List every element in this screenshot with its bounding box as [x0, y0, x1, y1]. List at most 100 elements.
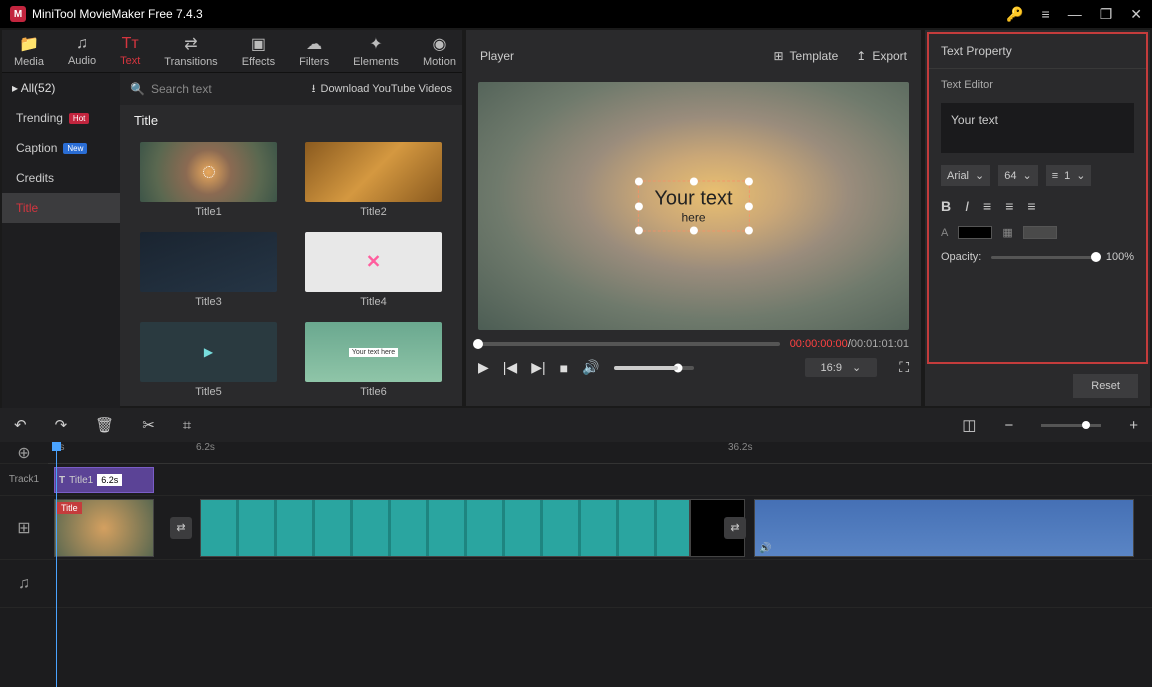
redo-button[interactable]: ↷	[55, 416, 68, 434]
resize-handle[interactable]	[634, 178, 642, 186]
minimize-icon[interactable]: —	[1068, 6, 1082, 22]
tab-transitions[interactable]: ⇄Transitions	[152, 30, 229, 72]
export-button[interactable]: ↥Export	[856, 49, 907, 63]
seekbar[interactable]	[478, 342, 780, 346]
lineheight-select[interactable]: ≡1⌄	[1046, 165, 1092, 186]
tab-motion[interactable]: ◉Motion	[411, 30, 468, 72]
split-button[interactable]: ✂	[142, 416, 155, 434]
transition-button[interactable]: ⇄	[724, 517, 746, 539]
template-button[interactable]: ⊞Template	[773, 49, 838, 63]
close-icon[interactable]: ✕	[1130, 6, 1142, 23]
zoom-out-button[interactable]: −	[1004, 417, 1013, 434]
resize-handle[interactable]	[745, 202, 753, 210]
size-select[interactable]: 64⌄	[998, 165, 1037, 186]
zoom-in-button[interactable]: +	[1129, 417, 1138, 434]
zoom-slider[interactable]	[1041, 424, 1101, 427]
align-center-button[interactable]: ≡	[1005, 198, 1013, 214]
tab-effects[interactable]: ▣Effects	[230, 30, 287, 72]
align-right-button[interactable]: ≡	[1027, 198, 1035, 214]
italic-button[interactable]: I	[965, 198, 969, 214]
video-clip-1[interactable]: Title	[54, 499, 154, 557]
timeline-ruler[interactable]: 0s 6.2s 36.2s	[48, 442, 1152, 464]
app-logo: M	[10, 6, 26, 22]
video-clip-3[interactable]: 🔊	[754, 499, 1134, 557]
reset-button[interactable]: Reset	[1073, 374, 1138, 398]
video-track[interactable]: Title ⇄ ⇄ 🔊	[48, 496, 1152, 560]
category-credits[interactable]: Credits	[2, 163, 120, 193]
category-trending[interactable]: TrendingHot	[2, 103, 120, 133]
category-title[interactable]: Title	[2, 193, 120, 223]
thumb-title3[interactable]: Title3	[140, 232, 277, 308]
opacity-label: Opacity:	[941, 251, 981, 263]
thumb-title1[interactable]: Title1	[140, 142, 277, 218]
text-track[interactable]: T Title1 6.2s	[48, 464, 1152, 496]
prev-frame-button[interactable]: |◀	[503, 359, 517, 376]
new-badge: New	[63, 143, 87, 154]
search-input[interactable]: 🔍Search text	[130, 82, 302, 96]
thumb-title4[interactable]: Title4	[305, 232, 442, 308]
category-list: ▸ All(52) TrendingHot CaptionNew Credits…	[2, 73, 120, 412]
stop-button[interactable]: ■	[560, 360, 568, 376]
playhead[interactable]	[56, 442, 57, 687]
menu-icon[interactable]: ≡	[1042, 6, 1050, 22]
resize-handle[interactable]	[634, 202, 642, 210]
thumb-title2[interactable]: Title2	[305, 142, 442, 218]
undo-button[interactable]: ↶	[14, 416, 27, 434]
bold-button[interactable]: B	[941, 198, 951, 214]
audio-track[interactable]	[48, 560, 1152, 608]
resize-handle[interactable]	[745, 178, 753, 186]
volume-icon[interactable]: 🔊	[582, 359, 599, 376]
track1-label: Track1	[0, 464, 48, 496]
add-track-button[interactable]: ⊕	[0, 442, 48, 464]
timeline-panel: ↶ ↷ 🗑 ✂ ⌗ ◫ − + ⊕ Track1 ⊞ ♫ 0s 6.2s 36.…	[0, 408, 1152, 687]
thumb-title5[interactable]: Title5	[140, 322, 277, 398]
player-label: Player	[480, 49, 514, 63]
font-select[interactable]: Arial⌄	[941, 165, 990, 186]
player-panel: Player ⊞Template ↥Export Your text here …	[466, 30, 921, 406]
ruler-tick: 36.2s	[728, 442, 752, 453]
hot-badge: Hot	[69, 113, 89, 124]
volume-slider[interactable]	[614, 366, 694, 370]
preview-canvas[interactable]: Your text here	[478, 82, 909, 330]
tab-filters[interactable]: ☁Filters	[287, 30, 341, 72]
tab-elements[interactable]: ✦Elements	[341, 30, 411, 72]
app-title: MiniTool MovieMaker Free 7.4.3	[32, 7, 1006, 21]
download-youtube-link[interactable]: ⭳Download YouTube Videos	[312, 80, 452, 99]
effects-icon: ▣	[251, 34, 266, 54]
next-frame-button[interactable]: ▶|	[531, 359, 545, 376]
text-clip[interactable]: T Title1 6.2s	[54, 467, 154, 493]
resize-handle[interactable]	[634, 227, 642, 235]
category-all[interactable]: ▸ All(52)	[2, 73, 120, 103]
fullscreen-button[interactable]: ⛶	[899, 359, 909, 376]
thumb-title6[interactable]: Your text hereTitle6	[305, 322, 442, 398]
transition-button[interactable]: ⇄	[170, 517, 192, 539]
music-icon: ♫	[76, 35, 88, 53]
tab-audio[interactable]: ♫Audio	[56, 31, 108, 71]
video-clip-2[interactable]	[200, 499, 690, 557]
delete-button[interactable]: 🗑	[95, 416, 114, 434]
resize-handle[interactable]	[689, 227, 697, 235]
play-button[interactable]: ▶	[478, 359, 489, 376]
bg-color-swatch[interactable]	[1023, 226, 1057, 239]
category-caption[interactable]: CaptionNew	[2, 133, 120, 163]
resize-handle[interactable]	[745, 227, 753, 235]
text-icon: Tᴛ	[122, 35, 139, 53]
opacity-slider[interactable]	[991, 256, 1096, 259]
key-icon[interactable]: 🔑	[1006, 6, 1023, 23]
search-icon: 🔍	[130, 82, 145, 96]
maximize-icon[interactable]: ❐	[1100, 6, 1113, 23]
properties-panel: Text Property Text Editor Arial⌄ 64⌄ ≡1⌄…	[925, 30, 1150, 406]
lineheight-icon: ≡	[1052, 170, 1058, 182]
timeline-extra-icon[interactable]: ◫	[962, 416, 976, 434]
tab-media[interactable]: 📁Media	[2, 30, 56, 72]
resize-handle[interactable]	[689, 178, 697, 186]
chevron-down-icon: ⌄	[975, 169, 984, 182]
tab-text[interactable]: TᴛText	[108, 31, 152, 71]
aspect-select[interactable]: 16:9⌄	[805, 358, 878, 377]
crop-button[interactable]: ⌗	[183, 417, 191, 434]
text-overlay[interactable]: Your text here	[637, 181, 749, 232]
text-color-swatch[interactable]	[958, 226, 992, 239]
text-input[interactable]	[941, 103, 1134, 153]
align-left-button[interactable]: ≡	[983, 198, 991, 214]
export-icon: ↥	[856, 49, 866, 63]
